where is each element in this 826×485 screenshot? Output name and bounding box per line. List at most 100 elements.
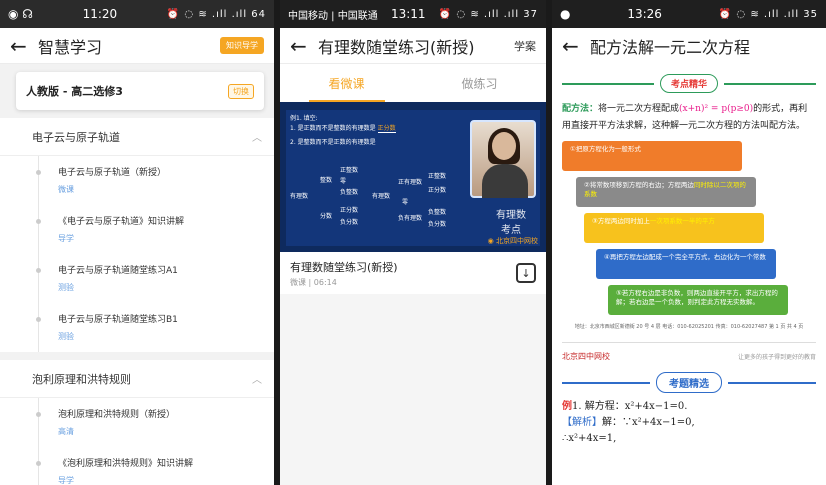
- school-logo-icon: ◉ 北京四中网校: [487, 237, 538, 245]
- tree-node: 有理数: [372, 193, 391, 200]
- chapter-header[interactable]: 电子云与原子轨道 ︿: [0, 118, 274, 156]
- tree-node: 零: [340, 178, 347, 185]
- example-block: 例1. 解方程：x²+4x−1=0. 【解析】解：∵x²+4x−1=0, ∴x²…: [562, 401, 695, 444]
- step-box: ④再把方程左边配成一个完全平方式，右边化为一个常数: [596, 249, 776, 279]
- chevron-up-icon[interactable]: ︿: [252, 371, 262, 386]
- app-header: ← 有理数随堂练习(新授) 学案: [280, 28, 546, 64]
- lesson-item[interactable]: 电子云与原子轨道（新授） 微课: [0, 156, 274, 205]
- lesson-name: 泡利原理和洪特规则（新授）: [58, 410, 176, 420]
- tree-node: 正分数: [428, 187, 447, 194]
- teacher-thumbnail: [470, 120, 536, 198]
- slide-text: 2. 是整数而不是正数的有理数是: [290, 139, 376, 146]
- lesson-item[interactable]: 电子云与原子轨道随堂练习A1 测验: [0, 254, 274, 303]
- page-header-band: 北京四中网校 让更多的孩子得到更好的教育: [562, 342, 816, 362]
- tree-node: 零: [402, 199, 409, 206]
- tree-node: 正分数: [340, 207, 359, 214]
- status-right: ⏰ ◌ ≋ .ıll .ıll 35: [718, 8, 818, 20]
- tree-node: 负分数: [340, 219, 359, 226]
- chapter-title: 泡利原理和洪特规则: [32, 372, 131, 386]
- document-view[interactable]: 考点精华 配方法：将一元二次方程配成(x+n)² = p(p≥0)的形式，再利用…: [552, 64, 826, 453]
- page-footer: 地址：北京市西城区新德街 20 号 4 层 电话：010-62025201 传真…: [574, 324, 804, 330]
- slogan: 让更多的孩子得到更好的教育: [737, 354, 816, 361]
- key-points-banner: 考点精华: [562, 74, 817, 93]
- school-logo-icon: 北京四中网校: [562, 352, 610, 361]
- tree-node: 正整数: [340, 167, 359, 174]
- tree-node: 分数: [320, 213, 333, 220]
- page-title: 智慧学习: [38, 37, 103, 57]
- page-title: 有理数随堂练习(新授): [318, 37, 475, 57]
- tree-node: 负分数: [428, 221, 447, 228]
- lesson-info[interactable]: 有理数随堂练习(新授) 微课 | 06:14 ↓: [280, 252, 546, 294]
- chapter-header[interactable]: 泡利原理和洪特规则 ︿: [0, 360, 274, 398]
- status-bar: 中国移动 | 中国联通 13:11 ⏰ ◌ ≋ .ıll .ıll 37: [280, 0, 546, 28]
- timeline-dot: [36, 268, 41, 273]
- status-left: ◉ ☊: [8, 7, 33, 21]
- lesson-type: 测验: [58, 283, 74, 292]
- tree-node: 正有理数: [398, 179, 423, 186]
- back-arrow-icon[interactable]: ←: [562, 34, 590, 58]
- study-sheet-link[interactable]: 学案: [514, 38, 536, 54]
- lesson-item[interactable]: 《电子云与原子轨道》知识讲解 导学: [0, 205, 274, 254]
- lesson-item[interactable]: 泡利原理和洪特规则（新授） 高清: [0, 398, 274, 447]
- exam-banner: 考题精选: [562, 372, 816, 393]
- lesson-item[interactable]: 《泡利原理和洪特规则》知识讲解 导学: [0, 447, 274, 485]
- chapter-title: 电子云与原子轨道: [32, 130, 120, 144]
- tab-watch[interactable]: 看微课: [280, 64, 413, 102]
- page-title: 配方法解一元二次方程: [590, 38, 751, 57]
- phone-smart-learning: ◉ ☊ 11:20 ⏰ ◌ ≋ .ıll .ıll 64 ← 智慧学习 知识导学…: [0, 0, 274, 485]
- video-player[interactable]: 例1. 填空: 1. 是正数而不是整数的有理数是 正分数 2. 是整数而不是正数…: [280, 102, 546, 252]
- lesson-name: 《泡利原理和洪特规则》知识讲解: [58, 459, 194, 469]
- lesson-type: 测验: [58, 332, 74, 341]
- video-watermark: 有理数 考点: [496, 210, 526, 236]
- phone-video-lesson: 中国移动 | 中国联通 13:11 ⏰ ◌ ≋ .ıll .ıll 37 ← 有…: [280, 0, 546, 485]
- lesson-title: 有理数随堂练习(新授): [290, 260, 398, 274]
- timeline-dot: [36, 412, 41, 417]
- lesson-type: 微课: [58, 185, 74, 194]
- back-arrow-icon[interactable]: ←: [10, 34, 38, 58]
- app-header: ← 配方法解一元二次方程: [552, 28, 826, 64]
- lesson-type: 高清: [58, 427, 74, 436]
- lesson-name: 电子云与原子轨道（新授）: [58, 168, 167, 178]
- status-right: ⏰ ◌ ≋ .ıll .ıll 37: [438, 8, 538, 20]
- lesson-type: 导学: [58, 234, 74, 243]
- app-header: ← 智慧学习 知识导学: [0, 28, 274, 64]
- timeline-dot: [36, 461, 41, 466]
- step-box: ②将常数项移到方程的右边；方程两边同时除以二次项的系数: [576, 177, 756, 207]
- lesson-name: 《电子云与原子轨道》知识讲解: [58, 217, 185, 227]
- download-icon[interactable]: ↓: [516, 263, 536, 283]
- step-box: ⑤若方程右边是非负数，则两边直接开平方，求出方程的解；若右边是一个负数，则判定此…: [608, 285, 788, 315]
- slide-text: 例1. 填空:: [290, 115, 318, 122]
- status-time: 13:26: [627, 7, 662, 21]
- chapter-section: 泡利原理和洪特规则 ︿ 泡利原理和洪特规则（新授） 高清 《泡利原理和洪特规则》…: [0, 360, 274, 485]
- phone-document: ● 13:26 ⏰ ◌ ≋ .ıll .ıll 35 ← 配方法解一元二次方程 …: [552, 0, 826, 485]
- lesson-name: 电子云与原子轨道随堂练习A1: [58, 266, 178, 276]
- definition-paragraph: 配方法：将一元二次方程配成(x+n)² = p(p≥0)的形式，再利用直接开平方…: [562, 104, 808, 131]
- lesson-name: 电子云与原子轨道随堂练习B1: [58, 315, 178, 325]
- key-points-label: 考点精华: [660, 74, 719, 93]
- lesson-item[interactable]: 电子云与原子轨道随堂练习B1 测验: [0, 303, 274, 352]
- tree-node: 整数: [320, 177, 333, 184]
- timeline-dot: [36, 219, 41, 224]
- tree-node: 负整数: [340, 189, 359, 196]
- status-time: 11:20: [82, 7, 118, 21]
- lesson-type: 导学: [58, 476, 74, 485]
- tree-node: 有理数: [290, 193, 309, 200]
- lesson-meta: 微课 | 06:14: [290, 277, 337, 287]
- grade-selector[interactable]: 人教版 - 高二选修3 切换: [16, 72, 264, 110]
- chapter-section: 电子云与原子轨道 ︿ 电子云与原子轨道（新授） 微课 《电子云与原子轨道》知识讲…: [0, 118, 274, 352]
- guide-button[interactable]: 知识导学: [220, 37, 264, 54]
- status-right: ⏰ ◌ ≋ .ıll .ıll 64: [166, 8, 266, 20]
- exam-label: 考题精选: [656, 372, 722, 393]
- status-left: 中国移动 | 中国联通: [288, 10, 378, 22]
- timeline-dot: [36, 170, 41, 175]
- step-box: ①把原方程化为一般形式: [562, 141, 742, 171]
- chevron-up-icon[interactable]: ︿: [252, 129, 262, 144]
- grade-label: 人教版 - 高二选修3: [26, 85, 123, 98]
- tab-practice[interactable]: 做练习: [413, 64, 546, 102]
- example-tag: 例: [562, 401, 572, 412]
- step-box: ③方程两边同时加上一次项系数一半的平方: [584, 213, 764, 243]
- tree-node: 负整数: [428, 209, 447, 216]
- switch-badge[interactable]: 切换: [228, 83, 254, 99]
- back-arrow-icon[interactable]: ←: [290, 34, 318, 58]
- timeline-dot: [36, 317, 41, 322]
